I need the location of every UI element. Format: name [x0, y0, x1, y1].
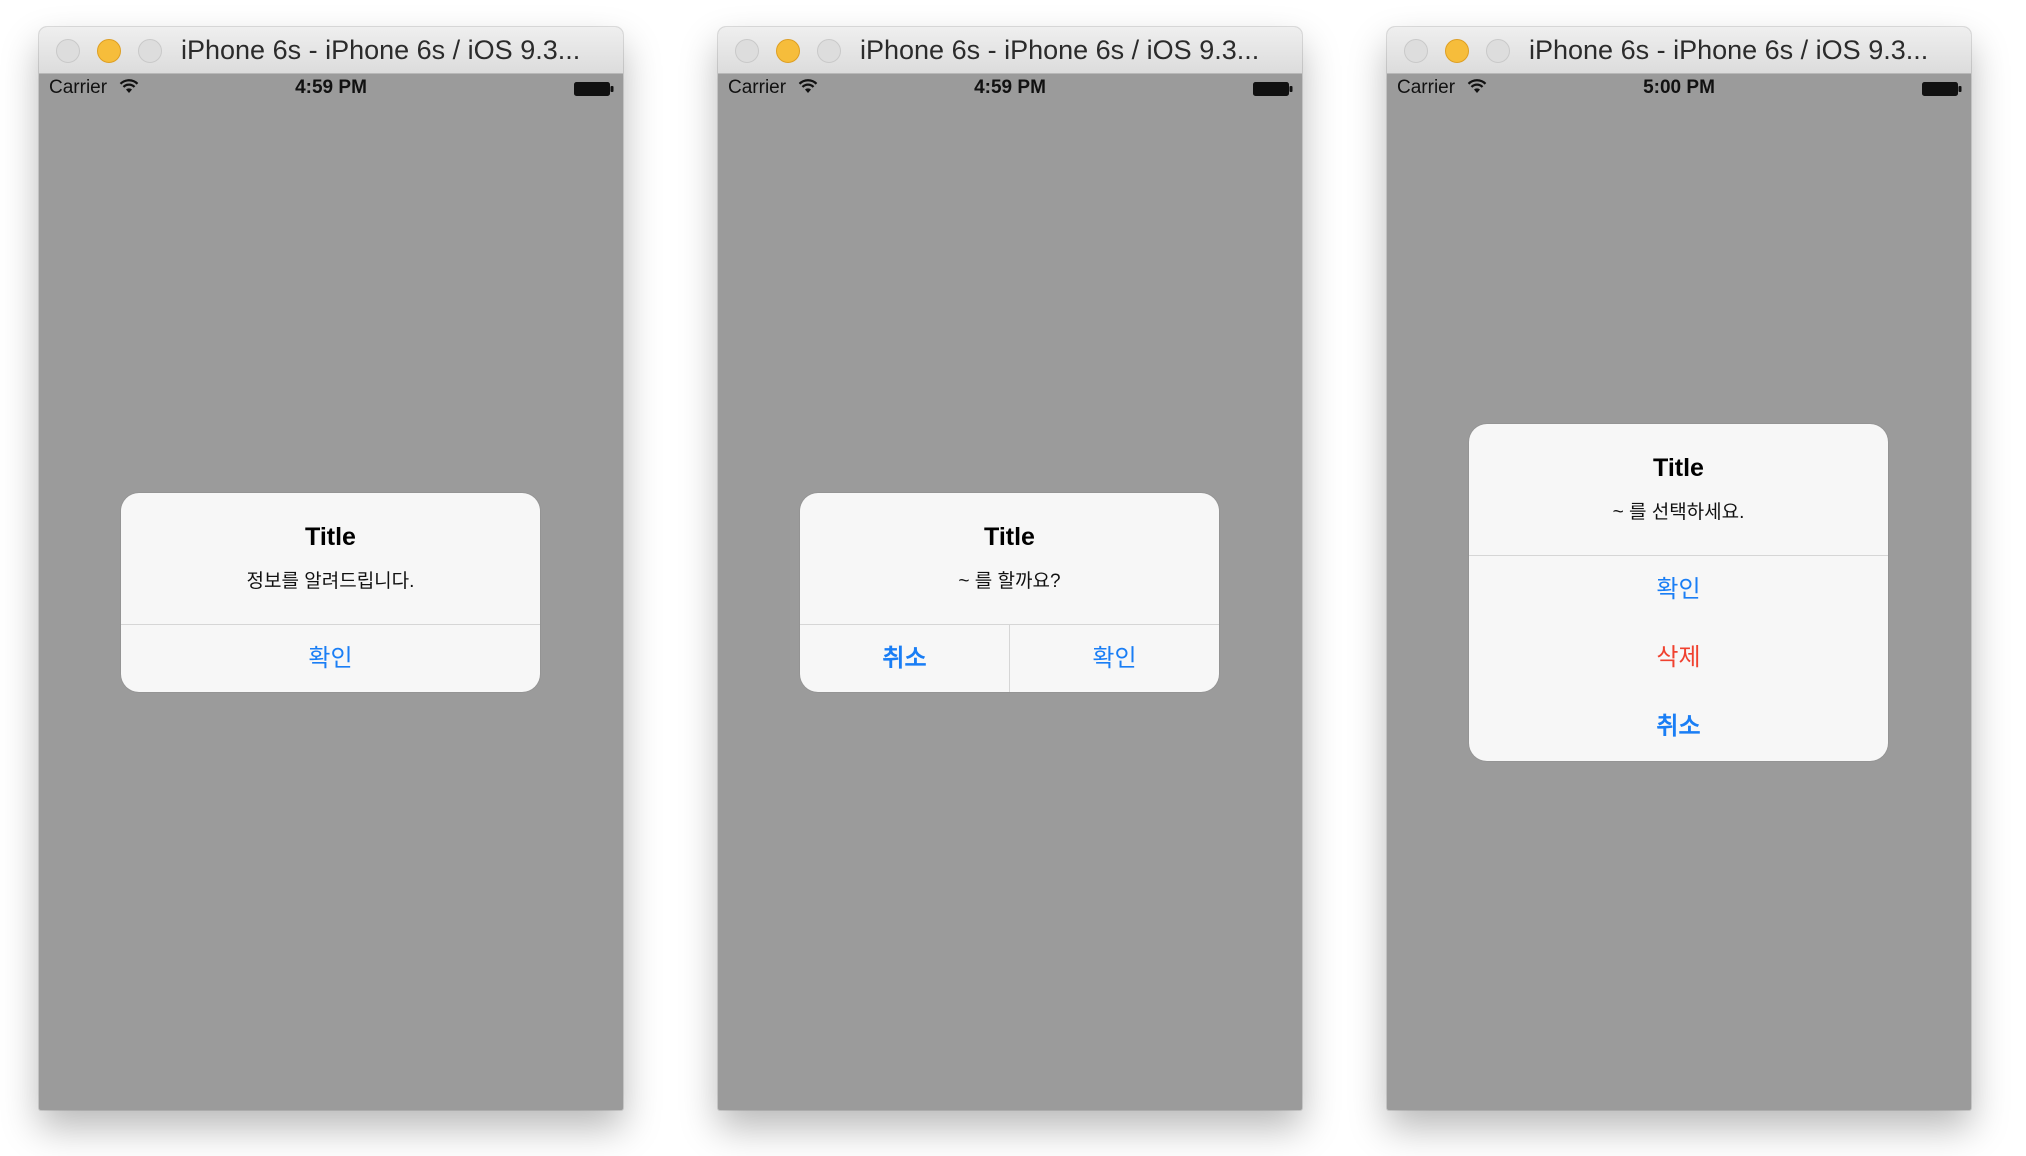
cancel-button[interactable]: 취소: [1469, 692, 1888, 761]
minimize-window-button[interactable]: [1445, 39, 1469, 63]
zoom-window-button[interactable]: [138, 39, 162, 63]
alert-message: 정보를 알려드립니다.: [246, 571, 415, 592]
alert-title: Title: [305, 523, 356, 551]
battery-icon: [574, 82, 614, 96]
battery-icon: [1253, 82, 1293, 96]
close-window-button[interactable]: [735, 39, 759, 63]
delete-button[interactable]: 삭제: [1469, 624, 1888, 692]
zoom-window-button[interactable]: [1486, 39, 1510, 63]
alert-title: Title: [1653, 454, 1704, 482]
battery-icon: [1922, 82, 1962, 96]
alert-dialog: Title 정보를 알려드립니다. 확인: [121, 493, 540, 692]
alert-message: ~ 를 할까요?: [958, 571, 1061, 592]
alert-dialog: Title ~ 를 할까요? 취소 확인: [800, 493, 1219, 692]
status-bar: Carrier 4:59 PM: [39, 74, 623, 102]
close-window-button[interactable]: [1404, 39, 1428, 63]
status-time: 5:00 PM: [1643, 77, 1715, 98]
window-titlebar[interactable]: iPhone 6s - iPhone 6s / iOS 9.3...: [1387, 27, 1971, 74]
window-titlebar[interactable]: iPhone 6s - iPhone 6s / iOS 9.3...: [39, 27, 623, 74]
simulator-window-3: iPhone 6s - iPhone 6s / iOS 9.3... Carri…: [1387, 27, 1971, 1110]
alert-dialog: Title ~ 를 선택하세요. 확인 삭제 취소: [1469, 424, 1888, 761]
simulator-window-1: iPhone 6s - iPhone 6s / iOS 9.3... Carri…: [39, 27, 623, 1110]
zoom-window-button[interactable]: [817, 39, 841, 63]
simulator-window-2: iPhone 6s - iPhone 6s / iOS 9.3... Carri…: [718, 27, 1302, 1110]
window-titlebar[interactable]: iPhone 6s - iPhone 6s / iOS 9.3...: [718, 27, 1302, 74]
close-window-button[interactable]: [56, 39, 80, 63]
confirm-button[interactable]: 확인: [1010, 625, 1219, 692]
status-bar: Carrier 4:59 PM: [718, 74, 1302, 102]
window-title: iPhone 6s - iPhone 6s / iOS 9.3...: [860, 35, 1260, 65]
confirm-button[interactable]: 확인: [1469, 556, 1888, 624]
cancel-button[interactable]: 취소: [800, 625, 1009, 692]
status-time: 4:59 PM: [974, 77, 1046, 98]
minimize-window-button[interactable]: [776, 39, 800, 63]
alert-title: Title: [984, 523, 1035, 551]
status-time: 4:59 PM: [295, 77, 367, 98]
window-title: iPhone 6s - iPhone 6s / iOS 9.3...: [181, 35, 581, 65]
confirm-button[interactable]: 확인: [121, 625, 540, 692]
window-title: iPhone 6s - iPhone 6s / iOS 9.3...: [1529, 35, 1929, 65]
status-bar: Carrier 5:00 PM: [1387, 74, 1971, 102]
minimize-window-button[interactable]: [97, 39, 121, 63]
alert-message: ~ 를 선택하세요.: [1612, 502, 1745, 523]
